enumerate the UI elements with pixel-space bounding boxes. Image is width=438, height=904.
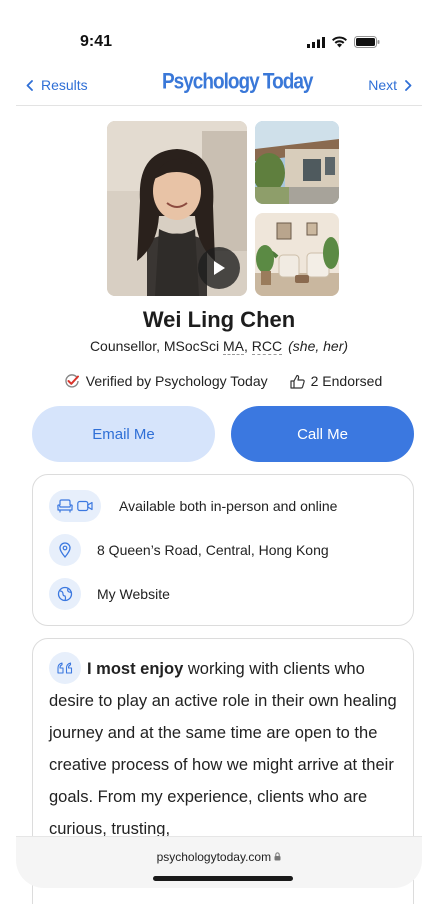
about-text: I most enjoy working with clients who de… xyxy=(49,651,401,845)
wifi-icon xyxy=(332,36,347,48)
contact-info-card: Available both in-person and online 8 Qu… xyxy=(32,474,414,626)
back-to-results-button[interactable]: Results xyxy=(26,77,88,93)
play-video-button[interactable] xyxy=(198,247,240,289)
about-body: working with clients who desire to play … xyxy=(49,660,397,838)
session-type-icons xyxy=(49,490,101,522)
globe-icon xyxy=(57,586,73,602)
next-profile-button[interactable]: Next xyxy=(368,77,412,93)
location-pin-icon xyxy=(59,542,71,558)
verified-check-icon xyxy=(65,374,79,388)
availability-row: Available both in-person and online xyxy=(49,490,337,522)
address-text: 8 Queen’s Road, Central, Hong Kong xyxy=(97,542,329,558)
nav-bar: Results Psychology Today Next xyxy=(16,68,422,106)
pronouns: (she, her) xyxy=(288,338,349,354)
credentials-title: Counsellor, MSocSci xyxy=(89,338,223,354)
availability-text: Available both in-person and online xyxy=(119,498,338,514)
status-time: 9:41 xyxy=(80,33,113,50)
website-link[interactable]: My Website xyxy=(97,586,170,602)
endorsed-label[interactable]: 2 Endorsed xyxy=(311,373,383,389)
back-label: Results xyxy=(41,77,88,93)
credential-rcc[interactable]: RCC xyxy=(251,338,283,355)
status-icons xyxy=(307,36,380,48)
credential-ma[interactable]: MA xyxy=(223,338,244,355)
website-row[interactable]: My Website xyxy=(49,578,170,610)
verified-label[interactable]: Verified by Psychology Today xyxy=(86,373,268,389)
quote-icon xyxy=(57,662,73,674)
address-bar[interactable]: psychologytoday.com xyxy=(16,850,422,864)
home-indicator[interactable] xyxy=(153,876,293,881)
globe-icon-wrap xyxy=(49,578,81,610)
verification-row: Verified by Psychology Today 2 Endorsed xyxy=(0,373,438,389)
play-icon xyxy=(214,261,225,275)
office-exterior-image xyxy=(255,121,339,204)
lock-icon xyxy=(274,852,281,861)
profile-video-photo[interactable] xyxy=(107,121,247,296)
location-icon-wrap xyxy=(49,534,81,566)
address-row[interactable]: 8 Queen’s Road, Central, Hong Kong xyxy=(49,534,329,566)
battery-icon xyxy=(354,36,380,48)
about-lead: I most enjoy xyxy=(87,660,184,678)
chevron-left-icon xyxy=(26,79,33,91)
video-icon xyxy=(77,500,93,512)
office-exterior-photo[interactable] xyxy=(255,121,339,204)
brand-logo: Psychology Today xyxy=(162,70,313,95)
thumbs-up-icon xyxy=(290,374,305,389)
next-label: Next xyxy=(368,77,397,93)
credentials-separator: , xyxy=(244,338,252,354)
chevron-right-icon xyxy=(405,79,412,91)
armchair-icon xyxy=(57,499,73,513)
status-bar: 9:41 xyxy=(0,0,438,70)
url-text: psychologytoday.com xyxy=(156,850,272,864)
browser-bar: psychologytoday.com xyxy=(16,836,422,888)
quote-icon-wrap xyxy=(49,651,81,684)
signal-icon xyxy=(307,36,325,48)
credentials-line: Counsellor, MSocSci MA, RCC (she, her) xyxy=(0,338,438,355)
office-interior-image xyxy=(255,213,339,296)
call-me-button[interactable]: Call Me xyxy=(231,406,414,462)
email-me-button[interactable]: Email Me xyxy=(32,406,215,462)
office-interior-photo[interactable] xyxy=(255,213,339,296)
therapist-name: Wei Ling Chen xyxy=(142,307,296,332)
